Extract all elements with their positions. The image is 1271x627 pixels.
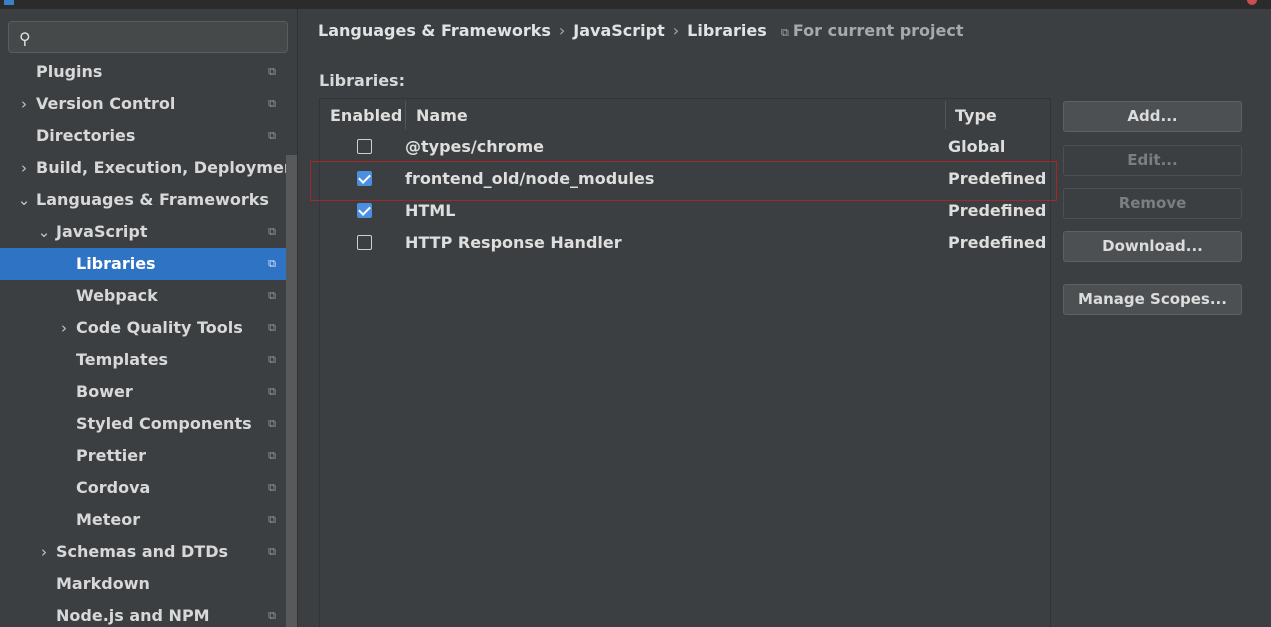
project-config-icon: ⧉: [268, 289, 276, 302]
column-header-enabled[interactable]: Enabled: [330, 99, 402, 131]
libraries-label: Libraries:: [319, 71, 405, 90]
column-divider[interactable]: [945, 101, 946, 129]
sidebar-item-node-js-and-npm[interactable]: Node.js and NPM ⧉: [0, 600, 286, 627]
sidebar-item-directories[interactable]: Directories ⧉: [0, 120, 286, 152]
manage-scopes-button[interactable]: Manage Scopes...: [1063, 284, 1242, 315]
sidebar-item-label: Webpack: [76, 286, 158, 305]
breadcrumb: Languages & Frameworks › JavaScript › Librar…: [318, 20, 767, 42]
sidebar-item-label: Libraries: [76, 254, 156, 273]
sidebar-item-cordova[interactable]: Cordova ⧉: [0, 472, 286, 504]
sidebar-item-label: Styled Components: [76, 414, 252, 433]
sidebar-item-code-quality-tools[interactable]: › Code Quality Tools ⧉: [0, 312, 286, 344]
breadcrumb-item-libraries: Libraries: [687, 21, 767, 40]
window-top-strip: [0, 0, 1271, 9]
edit-library-button[interactable]: Edit...: [1063, 145, 1242, 176]
enabled-checkbox[interactable]: [357, 235, 372, 250]
breadcrumb-separator: ›: [558, 21, 566, 40]
sidebar-item-templates[interactable]: Templates ⧉: [0, 344, 286, 376]
breadcrumb-item-languages-frameworks[interactable]: Languages & Frameworks: [318, 21, 551, 40]
sidebar-item-label: Schemas and DTDs: [56, 542, 229, 561]
library-name: @types/chrome: [405, 137, 545, 156]
column-header-name[interactable]: Name: [416, 99, 468, 131]
sidebar-item-label: Code Quality Tools: [76, 318, 243, 337]
table-row[interactable]: @types/chrome Global: [320, 131, 1050, 163]
sidebar-item-prettier[interactable]: Prettier ⧉: [0, 440, 286, 472]
project-config-icon: ⧉: [268, 545, 276, 558]
close-window-icon[interactable]: [1247, 0, 1257, 5]
project-config-icon: ⧉: [268, 417, 276, 430]
scope-indicator: ⧉ For current project: [781, 20, 964, 44]
sidebar-item-webpack[interactable]: Webpack ⧉: [0, 280, 286, 312]
sidebar-item-build-execution-deployment[interactable]: › Build, Execution, Deployment: [0, 152, 286, 184]
project-config-icon: ⧉: [268, 513, 276, 526]
download-library-button[interactable]: Download...: [1063, 231, 1242, 262]
sidebar-item-label: Prettier: [76, 446, 146, 465]
library-type: Predefined: [948, 233, 1047, 252]
project-config-icon: ⧉: [268, 257, 276, 270]
app-icon: [4, 0, 14, 5]
sidebar-item-label: Meteor: [76, 510, 141, 529]
sidebar-item-label: Bower: [76, 382, 133, 401]
project-config-icon: ⧉: [268, 449, 276, 462]
sidebar-item-styled-components[interactable]: Styled Components ⧉: [0, 408, 286, 440]
column-divider[interactable]: [405, 101, 406, 129]
sidebar-item-plugins[interactable]: Plugins ⧉: [0, 56, 286, 88]
table-header: Enabled Name Type: [320, 99, 1050, 131]
project-config-icon: ⧉: [781, 26, 789, 39]
chevron-right-icon[interactable]: ›: [56, 312, 72, 344]
scope-label: For current project: [792, 21, 964, 40]
chevron-down-icon[interactable]: ⌄: [36, 216, 52, 248]
sidebar-item-version-control[interactable]: › Version Control ⧉: [0, 88, 286, 120]
sidebar-item-meteor[interactable]: Meteor ⧉: [0, 504, 286, 536]
search-icon: ⚲: [19, 29, 31, 48]
project-config-icon: ⧉: [268, 385, 276, 398]
enabled-checkbox[interactable]: [357, 203, 372, 218]
breadcrumb-separator: ›: [672, 21, 680, 40]
library-type: Global: [948, 137, 1006, 156]
sidebar-item-languages-frameworks[interactable]: ⌄ Languages & Frameworks: [0, 184, 286, 216]
project-config-icon: ⧉: [268, 321, 276, 334]
sidebar-item-label: Version Control: [36, 94, 176, 113]
sidebar-item-label: Node.js and NPM: [56, 606, 210, 625]
project-config-icon: ⧉: [268, 97, 276, 110]
sidebar-item-label: Directories: [36, 126, 136, 145]
sidebar-item-label: Languages & Frameworks: [36, 190, 269, 209]
sidebar-item-label: JavaScript: [56, 222, 148, 241]
project-config-icon: ⧉: [268, 65, 276, 78]
sidebar-item-label: Markdown: [56, 574, 150, 593]
sidebar-item-schemas-and-dtds[interactable]: › Schemas and DTDs ⧉: [0, 536, 286, 568]
settings-search-box[interactable]: ⚲: [8, 21, 288, 53]
settings-sidebar: ⚲ Plugins ⧉ › Version Control ⧉ Directories ⧉ ›…: [0, 9, 298, 627]
project-config-icon: ⧉: [268, 225, 276, 238]
add-library-button[interactable]: Add...: [1063, 101, 1242, 132]
table-row[interactable]: HTTP Response Handler Predefined: [320, 227, 1050, 259]
column-header-type[interactable]: Type: [955, 99, 997, 131]
project-config-icon: ⧉: [268, 353, 276, 366]
settings-search-input[interactable]: [45, 26, 280, 48]
project-config-icon: ⧉: [268, 129, 276, 142]
project-config-icon: ⧉: [268, 481, 276, 494]
sidebar-item-label: Plugins: [36, 62, 103, 81]
project-config-icon: ⧉: [268, 609, 276, 622]
remove-library-button[interactable]: Remove: [1063, 188, 1242, 219]
sidebar-item-libraries[interactable]: Libraries ⧉: [0, 248, 286, 280]
sidebar-item-bower[interactable]: Bower ⧉: [0, 376, 286, 408]
sidebar-item-markdown[interactable]: Markdown: [0, 568, 286, 600]
chevron-right-icon[interactable]: ›: [16, 152, 32, 184]
library-name: HTTP Response Handler: [405, 233, 622, 252]
sidebar-item-javascript[interactable]: ⌄ JavaScript ⧉: [0, 216, 286, 248]
breadcrumb-item-javascript[interactable]: JavaScript: [573, 21, 664, 40]
sidebar-item-label: Cordova: [76, 478, 151, 497]
enabled-checkbox[interactable]: [357, 139, 372, 154]
sidebar-item-label: Build, Execution, Deployment: [36, 158, 286, 177]
sidebar-scrollbar[interactable]: [286, 155, 297, 627]
chevron-down-icon[interactable]: ⌄: [16, 184, 32, 216]
chevron-right-icon[interactable]: ›: [36, 536, 52, 568]
chevron-right-icon[interactable]: ›: [16, 88, 32, 120]
sidebar-item-label: Templates: [76, 350, 169, 369]
highlight-annotation: [310, 161, 1057, 201]
settings-tree: Plugins ⧉ › Version Control ⧉ Directories ⧉ › Bu…: [0, 56, 286, 627]
